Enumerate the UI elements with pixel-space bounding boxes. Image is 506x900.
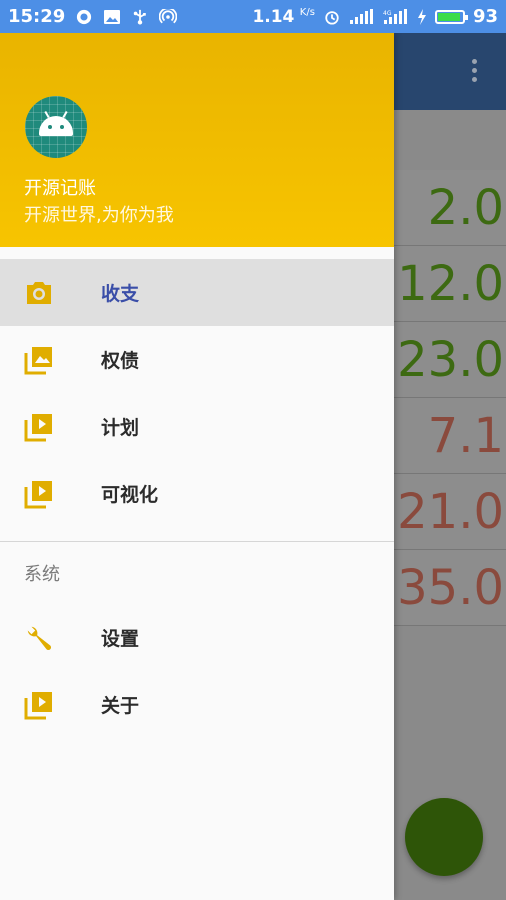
menu-item-label: 关于 <box>101 695 140 717</box>
menu-item-debt[interactable]: 权债 <box>0 326 394 393</box>
add-button[interactable] <box>405 798 483 876</box>
gallery-icon <box>24 345 54 375</box>
video-library-icon <box>24 412 54 442</box>
menu-item-label: 计划 <box>101 417 140 439</box>
list-item[interactable]: 2.0 <box>394 170 506 246</box>
gallery-icon <box>104 9 121 24</box>
menu-item-income-expense[interactable]: 收支 <box>0 259 394 326</box>
clock: 15:29 <box>8 6 66 27</box>
list-item[interactable]: 23.0 <box>394 322 506 398</box>
menu-item-visualization[interactable]: 可视化 <box>0 460 394 527</box>
camera-icon <box>24 278 54 308</box>
battery-icon <box>434 9 468 24</box>
hotspot-icon <box>159 8 178 23</box>
usb-icon <box>134 9 147 25</box>
drawer-menu: 收支 权债 计划 可视化 系统 设置 关于 <box>0 259 394 738</box>
4g-signal-icon: 4G <box>383 8 407 24</box>
charging-icon <box>417 8 426 25</box>
avatar[interactable] <box>25 96 87 158</box>
status-bar: 15:29 1.14 K/s 4G 93 <box>0 0 506 33</box>
menu-item-about[interactable]: 关于 <box>0 671 394 738</box>
menu-item-settings[interactable]: 设置 <box>0 604 394 671</box>
section-title-system: 系统 <box>24 564 60 585</box>
drawer-header: 开源记账 开源世界,为你为我 <box>0 33 394 247</box>
net-speed: 1.14 K/s <box>252 6 315 27</box>
menu-item-label: 权债 <box>101 350 140 372</box>
signal-icon <box>349 8 373 24</box>
record-list: 2.0 12.0 23.0 7.1 21.0 35.0 <box>394 170 506 626</box>
svg-text:4G: 4G <box>383 10 392 17</box>
wrench-icon <box>24 623 54 653</box>
video-library-icon <box>24 479 54 509</box>
menu-item-label: 可视化 <box>101 484 159 506</box>
menu-item-plan[interactable]: 计划 <box>0 393 394 460</box>
alarm-icon <box>325 10 339 25</box>
video-library-icon <box>24 690 54 720</box>
list-item[interactable]: 12.0 <box>394 246 506 322</box>
app-name: 开源记账 <box>24 178 96 199</box>
list-item[interactable]: 21.0 <box>394 474 506 550</box>
list-item[interactable]: 7.1 <box>394 398 506 474</box>
battery-percent: 93 <box>472 6 498 27</box>
menu-item-label: 设置 <box>101 628 140 650</box>
list-item[interactable]: 35.0 <box>394 550 506 626</box>
chrome-like-icon <box>77 9 92 24</box>
menu-item-label: 收支 <box>101 283 140 305</box>
navigation-drawer: 开源记账 开源世界,为你为我 收支 权债 计划 可视化 系统 设置 关于 <box>0 33 394 900</box>
more-vert-icon[interactable] <box>472 59 478 82</box>
app-slogan: 开源世界,为你为我 <box>24 205 174 226</box>
